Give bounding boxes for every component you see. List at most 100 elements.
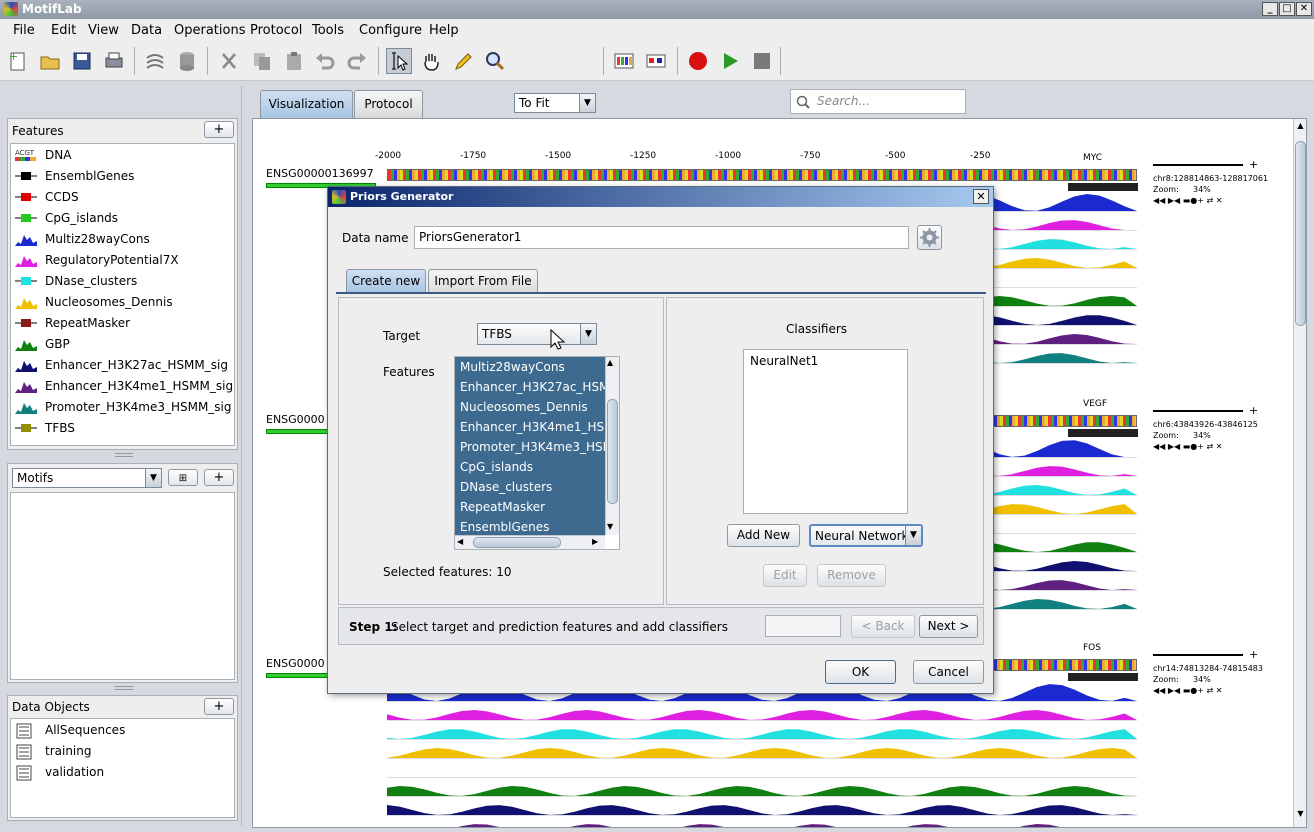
add-new-classifier-button[interactable]: Add New	[727, 524, 800, 547]
sequence-name[interactable]: ENSG0000	[266, 413, 325, 426]
stop-icon[interactable]	[749, 48, 775, 74]
data-object-item[interactable]: AllSequences	[11, 719, 234, 740]
scroll-left-icon[interactable]: ◀	[457, 537, 463, 546]
scroll-thumb[interactable]	[1295, 141, 1306, 326]
menu-protocol[interactable]: Protocol	[250, 23, 302, 38]
zoom-tool-icon[interactable]	[482, 48, 508, 74]
record-icon[interactable]	[685, 48, 711, 74]
menu-data[interactable]: Data	[131, 23, 162, 38]
add-icon[interactable]: +	[1249, 648, 1258, 661]
sequence-name[interactable]: ENSG0000	[266, 657, 325, 670]
next-button[interactable]: Next >	[919, 615, 978, 638]
remove-classifier-button[interactable]: Remove	[817, 564, 886, 587]
add-data-object-button[interactable]: +	[204, 698, 234, 715]
feature-item[interactable]: GBP	[11, 333, 234, 354]
redo-icon[interactable]	[344, 48, 370, 74]
new-icon[interactable]: +	[5, 48, 31, 74]
feature-option[interactable]: RepeatMasker	[455, 497, 605, 517]
data-object-item[interactable]: validation	[11, 761, 234, 782]
navigation-controls-icon[interactable]: ◀◀ ▶◀ ▬●+ ⇄ ✕	[1153, 196, 1222, 205]
features-scroll-thumb[interactable]	[607, 399, 618, 504]
features-hscroll-thumb[interactable]	[473, 537, 561, 548]
tab-create-new[interactable]: Create new	[346, 269, 426, 293]
feature-option[interactable]: CpG_islands	[455, 457, 605, 477]
feature-item[interactable]: RepeatMasker	[11, 312, 234, 333]
close-window-button[interactable]: ✕	[1296, 2, 1312, 16]
color-sequence-icon[interactable]	[611, 48, 637, 74]
feature-option[interactable]: EnsemblGenes	[455, 517, 605, 537]
open-folder-icon[interactable]	[37, 48, 63, 74]
tab-visualization[interactable]: Visualization	[260, 90, 353, 118]
hand-tool-icon[interactable]	[418, 48, 444, 74]
classifier-type-select[interactable]: Neural Network ▼	[809, 524, 923, 547]
feature-option[interactable]: Multiz28wayCons	[455, 357, 605, 377]
tree-view-button[interactable]: ⊞	[168, 469, 198, 486]
select-tool-icon[interactable]	[386, 48, 412, 74]
feature-item[interactable]: CpG_islands	[11, 207, 234, 228]
data-object-item[interactable]: training	[11, 740, 234, 761]
region-view-icon[interactable]	[643, 48, 669, 74]
edit-classifier-button[interactable]: Edit	[763, 564, 807, 587]
feature-item[interactable]: Promoter_H3K4me3_HSMM_sig	[11, 396, 234, 417]
cancel-button[interactable]: Cancel	[913, 660, 984, 684]
feature-option[interactable]: Nucleosomes_Dennis	[455, 397, 605, 417]
feature-item[interactable]: Multiz28wayCons	[11, 228, 234, 249]
cut-icon[interactable]	[216, 48, 242, 74]
scroll-down-icon[interactable]: ▼	[607, 522, 613, 531]
main-splitter[interactable]	[241, 86, 247, 826]
add-feature-button[interactable]: +	[204, 121, 234, 138]
motifs-selector[interactable]: Motifs ▼	[12, 468, 162, 488]
add-icon[interactable]: +	[1249, 404, 1258, 417]
feature-item[interactable]: EnsemblGenes	[11, 165, 234, 186]
target-select[interactable]: TFBS ▼	[477, 323, 597, 345]
settings-button[interactable]	[917, 225, 942, 250]
print-icon[interactable]	[101, 48, 127, 74]
add-icon[interactable]: +	[1249, 158, 1258, 171]
features-hscrollbar[interactable]: ◀ ▶	[455, 535, 605, 549]
ok-button[interactable]: OK	[825, 660, 896, 684]
menu-file[interactable]: File	[13, 23, 35, 38]
feature-option[interactable]: Enhancer_H3K4me1_HSM	[455, 417, 605, 437]
zoom-select[interactable]: To Fit ▼	[514, 93, 596, 113]
menu-configure[interactable]: Configure	[359, 23, 422, 38]
scroll-up-icon[interactable]: ▲	[607, 358, 613, 367]
menu-edit[interactable]: Edit	[51, 23, 76, 38]
splitter-handle[interactable]	[115, 453, 133, 457]
feature-item[interactable]: RegulatoryPotential7X	[11, 249, 234, 270]
splitter-handle[interactable]	[115, 686, 133, 690]
feature-option[interactable]: DNase_clusters	[455, 477, 605, 497]
feature-item[interactable]: TFBS	[11, 417, 234, 438]
back-button[interactable]: < Back	[851, 615, 915, 638]
menu-operations[interactable]: Operations	[174, 23, 245, 38]
feature-item[interactable]: Enhancer_H3K27ac_HSMM_sig	[11, 354, 234, 375]
add-motif-button[interactable]: +	[204, 469, 234, 486]
minimize-button[interactable]: _	[1262, 2, 1278, 16]
dialog-close-button[interactable]: ✕	[973, 189, 989, 204]
feature-item[interactable]: Nucleosomes_Dennis	[11, 291, 234, 312]
scroll-up-icon[interactable]: ▲	[1295, 121, 1306, 135]
database-icon[interactable]	[174, 48, 200, 74]
navigation-controls-icon[interactable]: ◀◀ ▶◀ ▬●+ ⇄ ✕	[1153, 442, 1222, 451]
menu-tools[interactable]: Tools	[312, 23, 344, 38]
copy-icon[interactable]	[249, 48, 275, 74]
feature-option[interactable]: Promoter_H3K4me3_HSM	[455, 437, 605, 457]
classifier-item[interactable]: NeuralNet1	[744, 350, 907, 372]
feature-item[interactable]: CCDS	[11, 186, 234, 207]
data-name-field[interactable]: PriorsGenerator1	[414, 226, 909, 249]
maximize-button[interactable]: □	[1279, 2, 1295, 16]
play-icon[interactable]	[717, 48, 743, 74]
feature-option[interactable]: Enhancer_H3K27ac_HSM	[455, 377, 605, 397]
tab-protocol[interactable]: Protocol	[354, 90, 423, 118]
vertical-scrollbar[interactable]: ▲ ▼	[1293, 119, 1306, 827]
feature-item[interactable]: ACGT DNA	[11, 144, 234, 165]
sequence-icon[interactable]	[142, 48, 168, 74]
menu-view[interactable]: View	[88, 23, 119, 38]
menu-help[interactable]: Help	[429, 23, 459, 38]
tab-import-from-file[interactable]: Import From File	[428, 269, 538, 293]
save-icon[interactable]	[69, 48, 95, 74]
feature-item[interactable]: DNase_clusters	[11, 270, 234, 291]
features-vscrollbar[interactable]: ▲ ▼	[605, 357, 619, 535]
navigation-controls-icon[interactable]: ◀◀ ▶◀ ▬●+ ⇄ ✕	[1153, 686, 1222, 695]
undo-icon[interactable]	[312, 48, 338, 74]
scroll-down-icon[interactable]: ▼	[1295, 809, 1306, 823]
